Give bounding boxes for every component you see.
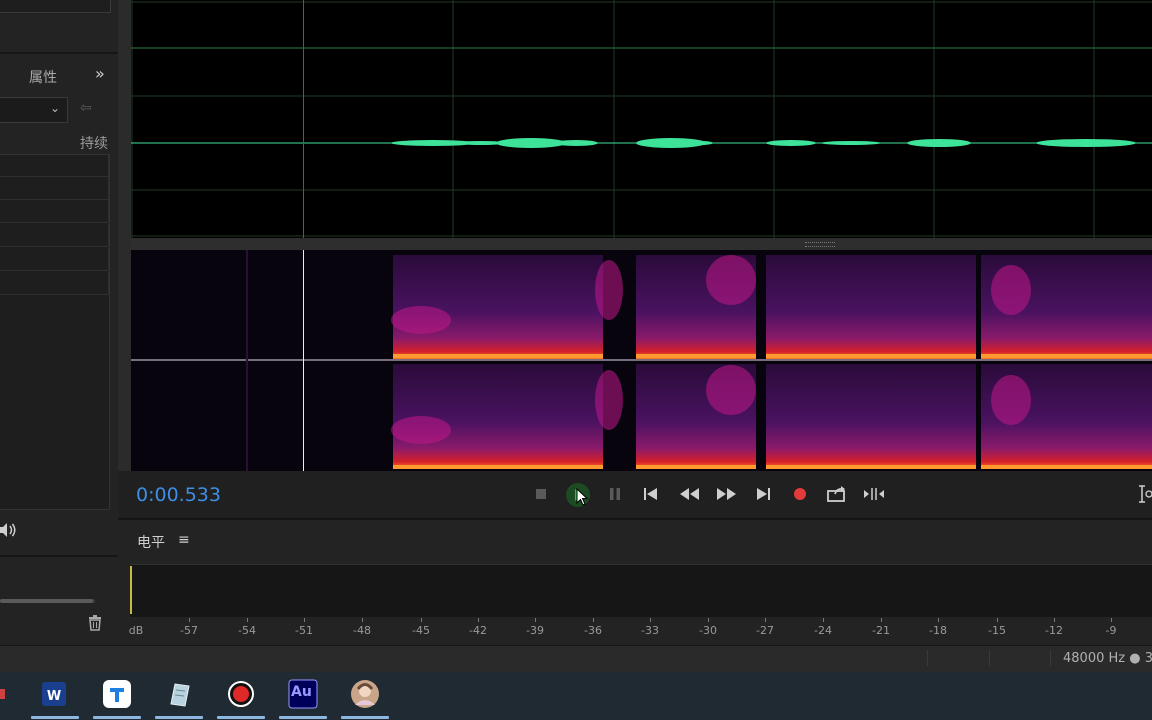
panel-divider[interactable] [118,0,131,520]
audition-icon[interactable]: Au [286,677,320,711]
stop-icon [536,489,546,499]
status-divider [927,650,928,666]
view-splitter[interactable] [131,238,1152,250]
playhead-spectral[interactable] [303,250,304,471]
scale-label: -24 [814,624,832,637]
skip-selection-icon [864,488,884,500]
rewind-icon [680,488,699,500]
record-app-icon[interactable] [224,677,258,711]
list-row[interactable] [0,200,109,223]
level-meter-scale: dB -57 -54 -51 -48 -45 -42 -39 -36 -33 -… [125,618,1152,640]
scale-label: -54 [238,624,256,637]
skip-selection-button[interactable] [863,484,885,504]
list-row[interactable] [0,177,109,200]
svg-text:W: W [47,689,61,704]
fast-forward-button[interactable] [715,484,737,504]
zoom-time-icon[interactable] [1138,484,1152,508]
list-row[interactable] [0,272,109,295]
scale-label: -30 [699,624,717,637]
left-divider [0,555,118,557]
chevron-down-icon[interactable]: ⌄ [50,101,60,115]
expand-panel-icon[interactable]: » [95,64,105,83]
scale-label: -27 [756,624,774,637]
record-button[interactable] [789,484,811,504]
level-meter [130,564,1152,617]
scale-label: -12 [1045,624,1063,637]
scale-label: -51 [295,624,313,637]
left-divider [0,52,118,54]
trash-icon[interactable] [88,615,102,635]
sample-rate-status: 48000 Hz ● 32 [1063,651,1152,666]
panel-menu-icon[interactable]: ≡ [178,532,190,548]
scale-label: -36 [584,624,602,637]
wps-icon[interactable]: W [37,677,71,711]
pause-button[interactable] [604,484,626,504]
spectrogram-svg [131,250,1152,471]
left-top-field[interactable] [0,0,111,13]
loop-icon [827,486,845,502]
skip-to-end-button[interactable] [752,484,774,504]
status-divider [1050,650,1051,666]
transport-bar [118,471,1152,518]
audition-label: Au [291,684,312,700]
taskbar-active-indicator [155,716,203,719]
scale-label: -42 [469,624,487,637]
list-row[interactable] [0,224,109,247]
scrollbar-thumb[interactable] [0,599,93,603]
skip-to-start-button[interactable] [640,484,662,504]
waveform-display[interactable] [131,0,1152,238]
scale-label: -57 [180,624,198,637]
taskbar-partial-icon[interactable] [0,686,6,705]
taskbar-active-indicator [31,716,79,719]
volume-icon[interactable] [0,522,18,542]
scale-label: -9 [1105,624,1117,637]
status-bar [0,645,1152,673]
back-arrow-icon[interactable]: ⇦ [80,100,92,116]
notes-icon[interactable] [162,677,196,711]
skip-end-icon [757,488,770,500]
taskbar-active-indicator [93,716,141,719]
pause-icon [610,488,620,500]
scale-label: -45 [412,624,430,637]
levels-panel-title[interactable]: 电平 [137,532,165,552]
waveform-svg [131,0,1152,238]
scale-label: -48 [353,624,371,637]
fast-forward-icon [717,488,736,500]
time-display[interactable]: 0:00.533 [136,484,221,506]
scale-label: -39 [526,624,544,637]
todesk-icon[interactable] [100,677,134,711]
taskbar-active-indicator [341,716,389,719]
list-row[interactable] [0,154,109,177]
loop-playback-button[interactable] [826,484,848,504]
scale-label: -15 [988,624,1006,637]
scale-label: -33 [641,624,659,637]
skip-start-icon [644,488,657,500]
level-meter-peak [130,566,132,614]
splitter-grip-icon[interactable] [805,242,835,247]
stop-button[interactable] [530,484,552,504]
scale-label: -21 [872,624,890,637]
avatar-icon[interactable] [348,677,382,711]
rewind-button[interactable] [679,484,701,504]
properties-tab-label: 属性 [29,70,57,86]
playhead[interactable] [303,0,304,238]
taskbar-active-indicator [217,716,265,719]
list-row[interactable] [0,248,109,271]
status-divider [989,650,990,666]
scale-label: dB [128,624,144,637]
duration-label: 持续 [80,136,108,152]
spectral-display[interactable] [131,250,1152,471]
taskbar-active-indicator [279,716,327,719]
mouse-cursor-icon [576,487,589,511]
scale-label: -18 [929,624,947,637]
record-icon [794,488,806,500]
